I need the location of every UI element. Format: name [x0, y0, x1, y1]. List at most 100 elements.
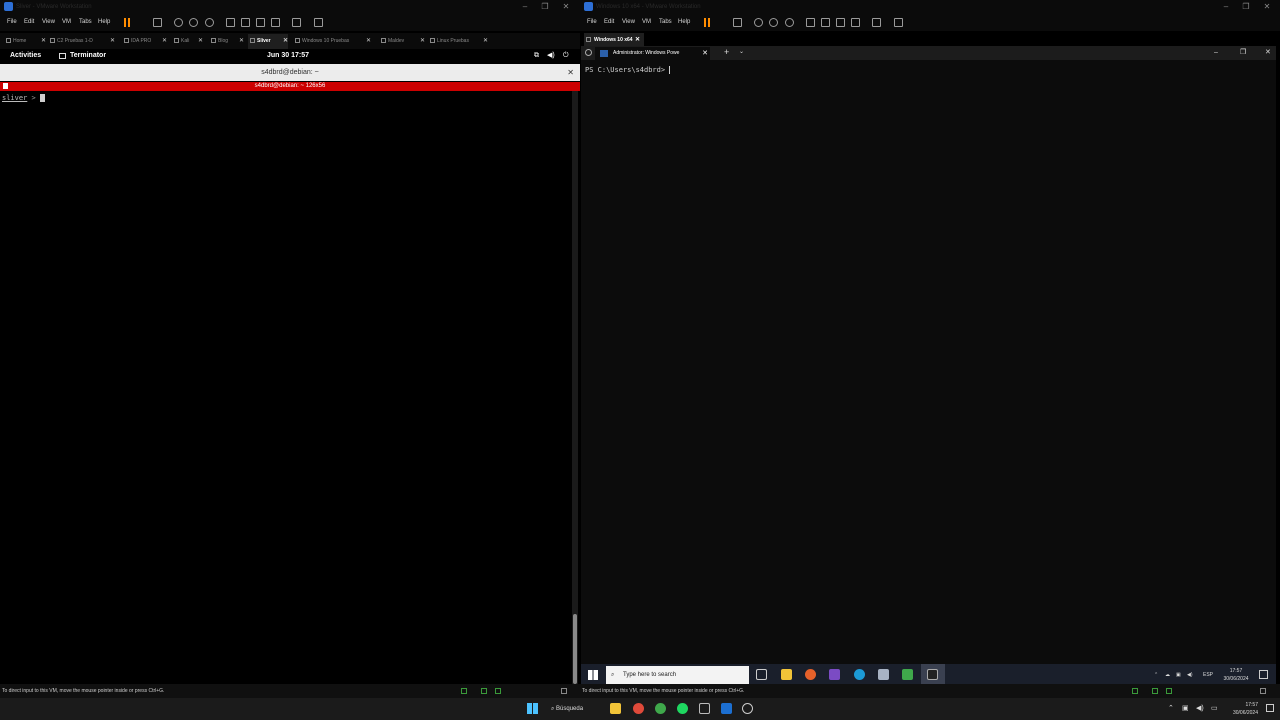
close-icon[interactable]: ✕ — [239, 34, 244, 49]
app-icon[interactable] — [655, 703, 666, 714]
close-icon[interactable]: ✕ — [567, 64, 574, 81]
windows-start-icon[interactable] — [527, 703, 538, 714]
unity-icon[interactable] — [851, 18, 860, 27]
menu-tabs[interactable]: Tabs — [659, 14, 672, 31]
pause-icon[interactable] — [124, 18, 126, 27]
github-icon[interactable] — [742, 703, 753, 714]
shield-icon[interactable] — [585, 49, 592, 56]
terminal-body[interactable]: sliver > — [0, 91, 572, 684]
chevron-up-icon[interactable]: ⌃ — [1154, 664, 1158, 686]
firefox-icon[interactable] — [805, 669, 816, 680]
volume-icon[interactable]: ◀) — [1187, 664, 1193, 686]
tab-ida-pro[interactable]: IDA PRO ✕ — [122, 34, 167, 49]
console-view-icon[interactable] — [292, 18, 301, 27]
message-icon[interactable] — [561, 688, 567, 694]
minimize-icon[interactable]: – — [1221, 0, 1231, 14]
powershell-console[interactable]: PS C:\Users\s4dbrd> — [581, 60, 1276, 664]
menu-vm[interactable]: VM — [642, 14, 651, 31]
menu-tabs[interactable]: Tabs — [79, 14, 92, 31]
menu-help[interactable]: Help — [678, 14, 690, 31]
battery-icon[interactable]: ▭ — [1211, 704, 1218, 712]
menu-vm[interactable]: VM — [62, 14, 71, 31]
close-icon[interactable]: ✕ — [110, 34, 115, 49]
unity-icon[interactable] — [271, 18, 280, 27]
file-explorer-icon[interactable] — [781, 669, 792, 680]
menu-file[interactable]: File — [587, 14, 597, 31]
language-indicator[interactable]: ESP — [1203, 664, 1213, 686]
close-icon[interactable]: ✕ — [635, 33, 640, 47]
new-tab-icon[interactable]: + — [724, 46, 729, 59]
restore-icon[interactable]: ❐ — [1240, 46, 1246, 59]
close-icon[interactable]: ✕ — [162, 34, 167, 49]
thumbnail-icon[interactable] — [821, 18, 830, 27]
network-icon[interactable]: ▣ — [1176, 664, 1181, 686]
host-search-button[interactable]: ⌕ Búsqueda — [551, 698, 583, 720]
notifications-icon[interactable] — [1266, 704, 1274, 712]
menu-view[interactable]: View — [622, 14, 635, 31]
revert-snapshot-icon[interactable] — [769, 18, 778, 27]
close-icon[interactable]: ✕ — [561, 0, 571, 14]
file-explorer-icon[interactable] — [610, 703, 621, 714]
minimize-icon[interactable]: – — [520, 0, 530, 14]
app-icon[interactable] — [902, 669, 913, 680]
tab-windows-10-pruebas[interactable]: Windows 10 Pruebas ✕ — [293, 34, 371, 49]
power-icon[interactable]: ⏻ — [563, 49, 569, 63]
close-icon[interactable]: ✕ — [420, 34, 425, 49]
tab-powershell[interactable]: Administrator: Windows Powe ✕ — [595, 47, 710, 60]
terminal-scrollbar[interactable] — [572, 91, 578, 684]
library-icon[interactable] — [226, 18, 235, 27]
menu-file[interactable]: File — [7, 14, 17, 31]
device-icon[interactable] — [461, 688, 467, 694]
visual-studio-icon[interactable] — [829, 669, 840, 680]
tab-windows-10-x64[interactable]: Windows 10 x64 ✕ — [584, 33, 644, 47]
azure-icon[interactable] — [721, 703, 732, 714]
console-view-icon[interactable] — [872, 18, 881, 27]
snapshot-icon[interactable] — [754, 18, 763, 27]
chevron-up-icon[interactable]: ⌃ — [1168, 704, 1174, 712]
menu-edit[interactable]: Edit — [24, 14, 34, 31]
stretch-guest-icon[interactable] — [894, 18, 903, 27]
tab-home[interactable]: Home ✕ — [4, 34, 46, 49]
snapshot-manager-icon[interactable] — [205, 18, 214, 27]
vmware-icon[interactable] — [699, 703, 710, 714]
restore-icon[interactable]: ❐ — [1241, 0, 1251, 14]
network-adapter-icon[interactable] — [1152, 688, 1158, 694]
close-icon[interactable]: ✕ — [366, 34, 371, 49]
full-screen-icon[interactable] — [256, 18, 265, 27]
taskbar-search-box[interactable]: ⌕ Type here to search — [606, 666, 749, 684]
device-icon[interactable] — [1132, 688, 1138, 694]
spotify-icon[interactable] — [677, 703, 688, 714]
pause-icon[interactable] — [704, 18, 706, 27]
close-icon[interactable]: ✕ — [1265, 46, 1271, 59]
snapshot-icon[interactable] — [174, 18, 183, 27]
restore-icon[interactable]: ❐ — [540, 0, 550, 14]
network-icon[interactable]: ⧉ — [534, 49, 539, 63]
tab-maldev[interactable]: Maldev ✕ — [379, 34, 425, 49]
volume-icon[interactable]: ◀) — [1196, 704, 1204, 712]
menu-view[interactable]: View — [42, 14, 55, 31]
thumbnail-icon[interactable] — [241, 18, 250, 27]
close-icon[interactable]: ✕ — [702, 47, 708, 60]
windows-start-icon[interactable] — [588, 670, 598, 680]
snapshot-manager-icon[interactable] — [785, 18, 794, 27]
tab-c2-pruebas[interactable]: C2 Pruebas 1-D ✕ — [48, 34, 115, 49]
revert-snapshot-icon[interactable] — [189, 18, 198, 27]
tab-sliver[interactable]: Sliver ✕ — [248, 34, 288, 49]
network-adapter-icon[interactable] — [481, 688, 487, 694]
scrollbar-thumb[interactable] — [573, 614, 577, 684]
send-ctrl-alt-del-icon[interactable] — [153, 18, 162, 27]
task-view-icon[interactable] — [756, 669, 767, 680]
library-icon[interactable] — [806, 18, 815, 27]
close-icon[interactable]: ✕ — [198, 34, 203, 49]
notifications-icon[interactable] — [1259, 670, 1268, 679]
terminal-group-icon[interactable] — [3, 83, 8, 89]
close-icon[interactable]: ✕ — [1262, 0, 1272, 14]
tab-kali[interactable]: Kali ✕ — [172, 34, 203, 49]
tab-linux-pruebas[interactable]: Linux Pruebas ✕ — [428, 34, 488, 49]
close-icon[interactable]: ✕ — [41, 34, 46, 49]
minimize-icon[interactable]: – — [1214, 46, 1218, 59]
close-icon[interactable]: ✕ — [283, 34, 288, 49]
usb-icon[interactable] — [495, 688, 501, 694]
chevron-down-icon[interactable]: ⌄ — [739, 46, 744, 59]
message-icon[interactable] — [1260, 688, 1266, 694]
